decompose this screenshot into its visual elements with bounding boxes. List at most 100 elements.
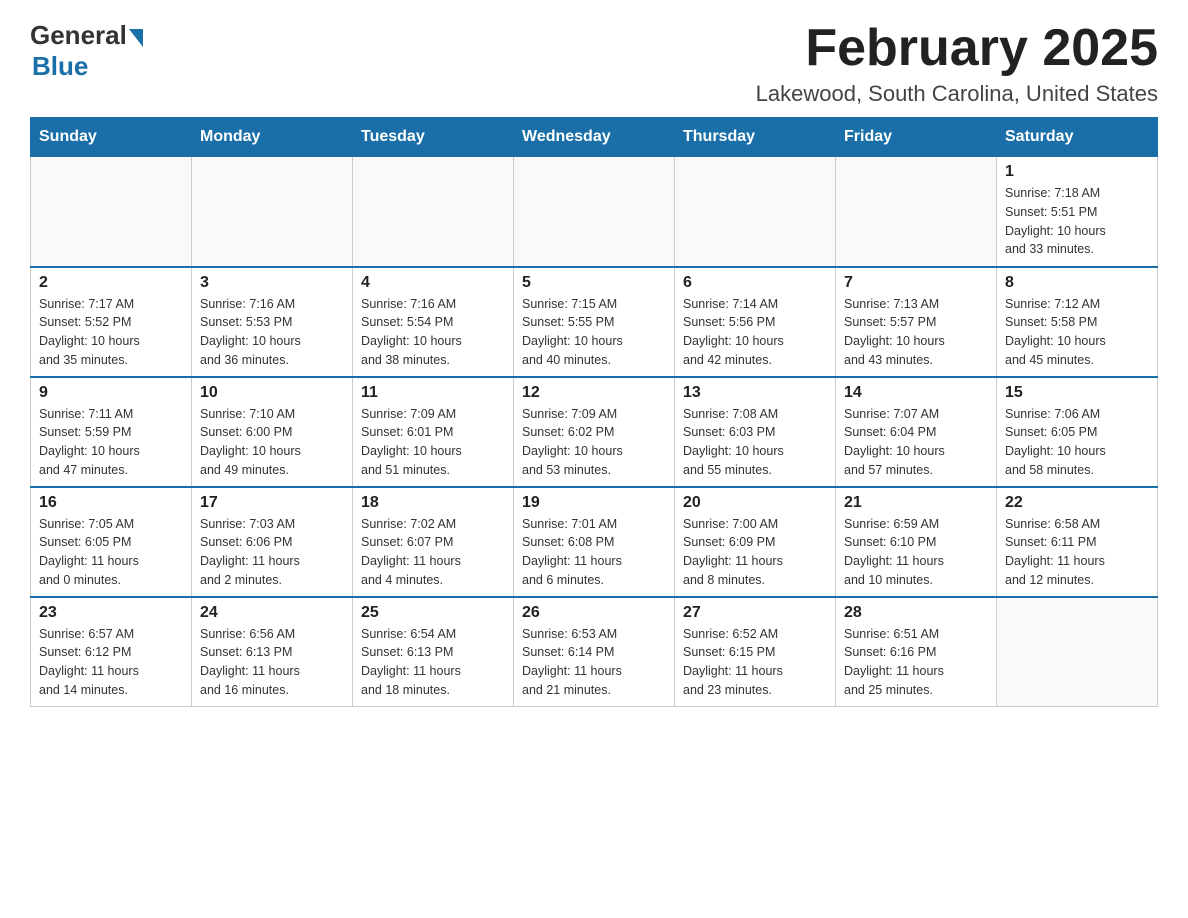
day-number: 8: [1005, 274, 1149, 292]
page-header: General Blue February 2025 Lakewood, Sou…: [30, 20, 1158, 107]
calendar-day-cell: [31, 157, 192, 267]
calendar-day-cell: 13 Sunrise: 7:08 AM Sunset: 6:03 PM Dayli…: [675, 377, 836, 487]
calendar-day-cell: 24 Sunrise: 6:56 AM Sunset: 6:13 PM Dayli…: [192, 597, 353, 707]
day-header-thursday: Thursday: [675, 118, 836, 157]
calendar-week-row: 9Sunrise: 7:11 AM Sunset: 5:59 PM Daylig…: [31, 377, 1158, 487]
day-info: Sunrise: 6:51 AM Sunset: 6:16 PM Dayligh…: [844, 625, 988, 700]
day-header-wednesday: Wednesday: [514, 118, 675, 157]
day-info: Sunrise: 7:16 AM Sunset: 5:53 PM Dayligh…: [200, 295, 344, 370]
day-number: 3: [200, 274, 344, 292]
day-number: 6: [683, 274, 827, 292]
day-info: Sunrise: 6:53 AM Sunset: 6:14 PM Dayligh…: [522, 625, 666, 700]
day-number: 18: [361, 494, 505, 512]
day-info: Sunrise: 7:15 AM Sunset: 5:55 PM Dayligh…: [522, 295, 666, 370]
day-info: Sunrise: 7:02 AM Sunset: 6:07 PM Dayligh…: [361, 515, 505, 590]
day-info: Sunrise: 7:06 AM Sunset: 6:05 PM Dayligh…: [1005, 405, 1149, 480]
day-number: 16: [39, 494, 183, 512]
title-section: February 2025 Lakewood, South Carolina, …: [756, 20, 1158, 107]
day-info: Sunrise: 6:59 AM Sunset: 6:10 PM Dayligh…: [844, 515, 988, 590]
day-number: 24: [200, 604, 344, 622]
day-number: 17: [200, 494, 344, 512]
day-info: Sunrise: 7:17 AM Sunset: 5:52 PM Dayligh…: [39, 295, 183, 370]
calendar-day-cell: 19 Sunrise: 7:01 AM Sunset: 6:08 PM Dayli…: [514, 487, 675, 597]
day-number: 22: [1005, 494, 1149, 512]
day-header-tuesday: Tuesday: [353, 118, 514, 157]
calendar-day-cell: 10 Sunrise: 7:10 AM Sunset: 6:00 PM Dayli…: [192, 377, 353, 487]
day-info: Sunrise: 6:56 AM Sunset: 6:13 PM Dayligh…: [200, 625, 344, 700]
day-header-monday: Monday: [192, 118, 353, 157]
day-number: 11: [361, 384, 505, 402]
day-number: 26: [522, 604, 666, 622]
day-info: Sunrise: 6:58 AM Sunset: 6:11 PM Dayligh…: [1005, 515, 1149, 590]
calendar-day-cell: 14 Sunrise: 7:07 AM Sunset: 6:04 PM Dayli…: [836, 377, 997, 487]
calendar-day-cell: 5 Sunrise: 7:15 AM Sunset: 5:55 PM Daylig…: [514, 267, 675, 377]
day-number: 20: [683, 494, 827, 512]
day-number: 13: [683, 384, 827, 402]
day-number: 25: [361, 604, 505, 622]
calendar-day-cell: 22 Sunrise: 6:58 AM Sunset: 6:11 PM Dayli…: [997, 487, 1158, 597]
calendar-day-cell: [192, 157, 353, 267]
day-info: Sunrise: 7:09 AM Sunset: 6:02 PM Dayligh…: [522, 405, 666, 480]
calendar-day-cell: 15Sunrise: 7:06 AM Sunset: 6:05 PM Dayli…: [997, 377, 1158, 487]
day-number: 1: [1005, 163, 1149, 181]
calendar-week-row: 1 Sunrise: 7:18 AM Sunset: 5:51 PM Daylig…: [31, 157, 1158, 267]
calendar-day-cell: 11 Sunrise: 7:09 AM Sunset: 6:01 PM Dayli…: [353, 377, 514, 487]
day-number: 9: [39, 384, 183, 402]
day-info: Sunrise: 6:54 AM Sunset: 6:13 PM Dayligh…: [361, 625, 505, 700]
day-info: Sunrise: 7:10 AM Sunset: 6:00 PM Dayligh…: [200, 405, 344, 480]
day-info: Sunrise: 7:01 AM Sunset: 6:08 PM Dayligh…: [522, 515, 666, 590]
logo-arrow-icon: [129, 29, 143, 47]
day-number: 12: [522, 384, 666, 402]
day-info: Sunrise: 7:13 AM Sunset: 5:57 PM Dayligh…: [844, 295, 988, 370]
day-number: 5: [522, 274, 666, 292]
calendar-day-cell: 23Sunrise: 6:57 AM Sunset: 6:12 PM Dayli…: [31, 597, 192, 707]
logo: General Blue: [30, 20, 143, 82]
day-number: 2: [39, 274, 183, 292]
calendar-day-cell: [353, 157, 514, 267]
day-header-saturday: Saturday: [997, 118, 1158, 157]
calendar-day-cell: [997, 597, 1158, 707]
day-header-friday: Friday: [836, 118, 997, 157]
calendar-day-cell: 4Sunrise: 7:16 AM Sunset: 5:54 PM Daylig…: [353, 267, 514, 377]
day-number: 19: [522, 494, 666, 512]
calendar-day-cell: 21 Sunrise: 6:59 AM Sunset: 6:10 PM Dayli…: [836, 487, 997, 597]
day-number: 27: [683, 604, 827, 622]
calendar-week-row: 23Sunrise: 6:57 AM Sunset: 6:12 PM Dayli…: [31, 597, 1158, 707]
calendar-week-row: 2 Sunrise: 7:17 AM Sunset: 5:52 PM Daylig…: [31, 267, 1158, 377]
calendar-day-cell: 20 Sunrise: 7:00 AM Sunset: 6:09 PM Dayli…: [675, 487, 836, 597]
day-info: Sunrise: 7:09 AM Sunset: 6:01 PM Dayligh…: [361, 405, 505, 480]
day-info: Sunrise: 6:57 AM Sunset: 6:12 PM Dayligh…: [39, 625, 183, 700]
day-info: Sunrise: 7:00 AM Sunset: 6:09 PM Dayligh…: [683, 515, 827, 590]
day-header-sunday: Sunday: [31, 118, 192, 157]
calendar-day-cell: 8 Sunrise: 7:12 AM Sunset: 5:58 PM Daylig…: [997, 267, 1158, 377]
calendar-table: SundayMondayTuesdayWednesdayThursdayFrid…: [30, 117, 1158, 707]
day-number: 14: [844, 384, 988, 402]
day-info: Sunrise: 7:07 AM Sunset: 6:04 PM Dayligh…: [844, 405, 988, 480]
day-info: Sunrise: 7:12 AM Sunset: 5:58 PM Dayligh…: [1005, 295, 1149, 370]
calendar-header-row: SundayMondayTuesdayWednesdayThursdayFrid…: [31, 118, 1158, 157]
calendar-day-cell: 17Sunrise: 7:03 AM Sunset: 6:06 PM Dayli…: [192, 487, 353, 597]
day-info: Sunrise: 7:08 AM Sunset: 6:03 PM Dayligh…: [683, 405, 827, 480]
calendar-day-cell: 28 Sunrise: 6:51 AM Sunset: 6:16 PM Dayli…: [836, 597, 997, 707]
calendar-day-cell: 2 Sunrise: 7:17 AM Sunset: 5:52 PM Daylig…: [31, 267, 192, 377]
calendar-day-cell: 16 Sunrise: 7:05 AM Sunset: 6:05 PM Dayli…: [31, 487, 192, 597]
day-number: 10: [200, 384, 344, 402]
calendar-day-cell: [836, 157, 997, 267]
calendar-day-cell: 7 Sunrise: 7:13 AM Sunset: 5:57 PM Daylig…: [836, 267, 997, 377]
calendar-day-cell: 27 Sunrise: 6:52 AM Sunset: 6:15 PM Dayli…: [675, 597, 836, 707]
calendar-day-cell: 6 Sunrise: 7:14 AM Sunset: 5:56 PM Daylig…: [675, 267, 836, 377]
calendar-week-row: 16 Sunrise: 7:05 AM Sunset: 6:05 PM Dayli…: [31, 487, 1158, 597]
calendar-day-cell: 18 Sunrise: 7:02 AM Sunset: 6:07 PM Dayli…: [353, 487, 514, 597]
calendar-day-cell: [514, 157, 675, 267]
day-info: Sunrise: 7:18 AM Sunset: 5:51 PM Dayligh…: [1005, 184, 1149, 259]
month-title: February 2025: [756, 20, 1158, 77]
day-number: 7: [844, 274, 988, 292]
day-number: 21: [844, 494, 988, 512]
day-info: Sunrise: 7:14 AM Sunset: 5:56 PM Dayligh…: [683, 295, 827, 370]
day-info: Sunrise: 6:52 AM Sunset: 6:15 PM Dayligh…: [683, 625, 827, 700]
calendar-day-cell: [675, 157, 836, 267]
day-info: Sunrise: 7:05 AM Sunset: 6:05 PM Dayligh…: [39, 515, 183, 590]
location-subtitle: Lakewood, South Carolina, United States: [756, 81, 1158, 107]
calendar-day-cell: 25 Sunrise: 6:54 AM Sunset: 6:13 PM Dayli…: [353, 597, 514, 707]
day-number: 28: [844, 604, 988, 622]
